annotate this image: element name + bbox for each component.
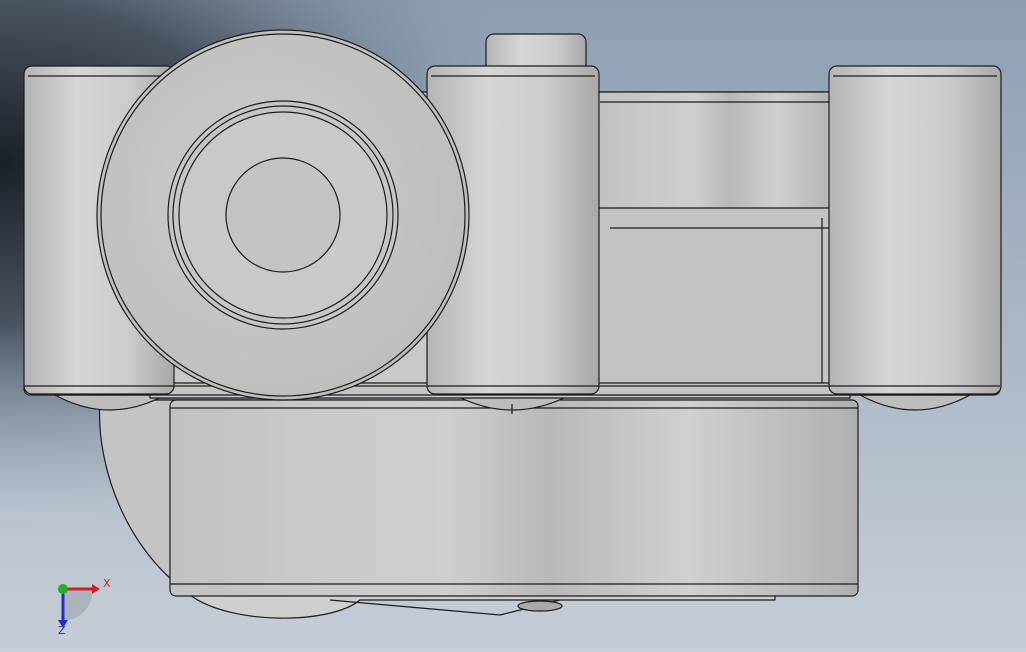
part-disc-bore [225,157,341,273]
cad-graphics-viewport[interactable]: X Z [0,0,1026,652]
part-housing-upper-band [597,91,839,211]
triad-z-label: Z [58,624,66,637]
part-lower-drum [169,399,859,597]
cad-part-model[interactable] [23,29,1002,619]
part-bottom-hole [517,600,563,612]
triad-y-axis-dot [58,584,68,594]
triad-x-label: X [103,577,111,590]
part-boss-right [828,65,1002,395]
